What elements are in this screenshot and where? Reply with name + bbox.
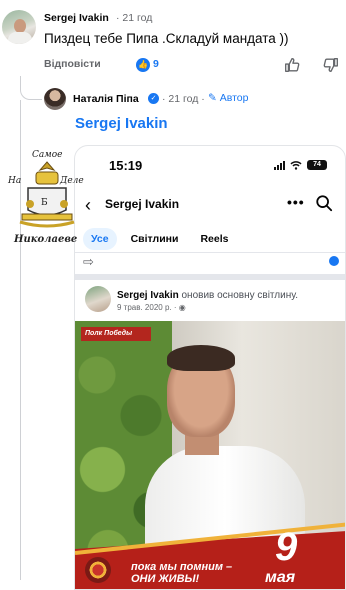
watermark-word-bottom: Николаеве [14,234,78,245]
search-icon[interactable] [315,194,333,212]
comment-text: Пиздец тебе Пипа .Складуй мандата )) [44,31,289,46]
post-author-name[interactable]: Sergej Ivakin [117,290,179,301]
tab-all[interactable]: Усе [83,228,117,250]
profile-title: Sergej Ivakin [105,197,180,211]
comment-author-avatar[interactable] [2,10,36,44]
more-options-icon[interactable]: ••• [287,194,305,210]
back-arrow-icon[interactable]: ‹ [85,195,91,216]
battery-icon: 74 [307,160,327,170]
victory-day-banner: пока мы помним – ОНИ ЖИВЫ! 9 мая [75,522,345,589]
like-button-icon[interactable] [283,56,301,74]
signal-icon [274,160,285,170]
banner-slogan: пока мы помним – ОНИ ЖИВЫ! [131,561,232,585]
post-header: Sergej Ivakin оновив основну світлину. [117,290,298,301]
profile-tabs: Усе Світлини Reels [83,228,236,250]
watermark-center-letter: Б [41,198,48,208]
watermark-word-right: Деле [60,176,84,186]
status-bar-time: 15:19 [109,158,143,173]
reply-author-name[interactable]: Наталія Піпа [73,93,139,105]
reply-thread-connector [20,76,42,100]
photo-person-hair [167,345,235,371]
watermark: Самое На Деле Б Николаеве [6,150,84,250]
watermark-emblem-icon [19,161,75,228]
verified-badge-icon: ✓ [148,93,159,104]
like-reaction-icon[interactable]: 👍 [136,58,150,72]
banner-month: мая [265,569,296,586]
tab-reels[interactable]: Reels [192,228,236,250]
post-author-avatar[interactable] [85,286,111,312]
author-badge: ✎ Автор [208,92,249,104]
slogan-line-1: пока мы помним – [131,561,233,573]
photo-corner-label: Полк Победы [81,327,151,341]
comment-timestamp[interactable]: · 21 год [116,12,152,24]
share-icon[interactable]: ⇨ [83,254,94,270]
reply-button[interactable]: Відповісти [44,58,101,70]
banner-day: 9 [275,525,298,569]
order-star-icon [85,557,111,583]
reply-timestamp[interactable]: · 21 год · [162,93,205,105]
tab-photos[interactable]: Світлини [123,228,187,250]
divider [75,252,345,253]
profile-photo[interactable]: Полк Победы пока мы помним – ОНИ ЖИВЫ! 9… [75,321,345,589]
slogan-line-2: ОНИ ЖИВЫ! [131,573,200,585]
mention-link[interactable]: Sergej Ivakin [75,115,168,132]
section-divider [75,274,345,280]
comment-author-name[interactable]: Sergej Ivakin [44,12,109,24]
post-date[interactable]: 9 трав. 2020 р. · ◉ [117,303,186,312]
watermark-word-top: Самое [32,150,63,160]
reply-author-avatar[interactable] [44,88,66,110]
facebook-badge-icon [329,256,339,266]
wifi-icon [290,161,302,170]
attached-screenshot[interactable]: 15:19 74 ‹ Sergej Ivakin ••• Усе Світлин… [74,145,346,590]
dislike-button-icon[interactable] [322,56,340,74]
post-action-text: оновив основну світлину. [178,290,298,301]
status-bar-icons: 74 [274,160,327,170]
like-count[interactable]: 9 [153,58,159,70]
watermark-word-left: На [8,176,22,186]
